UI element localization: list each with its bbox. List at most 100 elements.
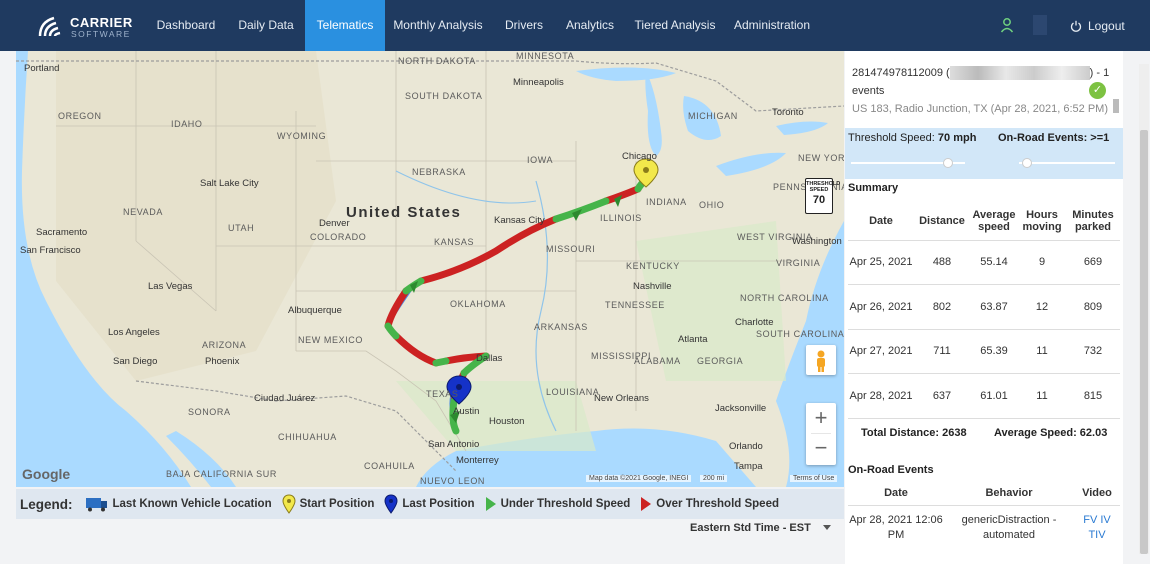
list-scrollbar[interactable] [1113, 99, 1119, 113]
legend-vehicle-label: Last Known Vehicle Location [112, 498, 272, 510]
city-label: Washington [792, 236, 842, 247]
event-header[interactable]: 281474978112009 () - 1 events [852, 65, 1109, 100]
state-label: COLORADO [310, 232, 367, 242]
city-label: San Francisco [20, 245, 81, 256]
cell-hours: 12 [1018, 284, 1066, 330]
state-label: SOUTH CAROLINA [756, 329, 844, 339]
onroad-events-label: On-Road Events: >=1 [998, 132, 1110, 144]
col-behavior: Behavior [944, 481, 1074, 506]
nav-daily-data[interactable]: Daily Data [228, 0, 304, 51]
nav-drivers[interactable]: Drivers [496, 0, 552, 51]
onroad-slider-handle[interactable] [1021, 158, 1032, 168]
legend-over-label: Over Threshold Speed [656, 498, 779, 510]
city-label: Houston [489, 416, 525, 427]
threshold-speed-sign: THRESHOLD SPEED 70 [805, 178, 840, 214]
nav-telematics[interactable]: Telematics [305, 0, 385, 51]
brand-sub: SOFTWARE [71, 29, 131, 39]
cell-distance: 802 [914, 284, 970, 330]
state-label: NORTH DAKOTA [398, 56, 476, 66]
nav-analytics[interactable]: Analytics [558, 0, 622, 51]
city-label: Tampa [734, 461, 763, 472]
map-attribution: Map data ©2021 Google, INEGI [586, 475, 692, 482]
summary-header-row: Date Distance Average speed Hours moving… [848, 202, 1120, 241]
pegman-button[interactable] [806, 345, 836, 375]
events-header-row: Date Behavior Video [848, 481, 1120, 506]
onroad-slider-track[interactable] [1019, 162, 1115, 164]
state-label: OHIO [699, 200, 725, 210]
state-label: ARKANSAS [534, 322, 588, 332]
zoom-out-button[interactable]: − [806, 434, 836, 464]
onroad-events-table: Date Behavior Video Apr 28, 2021 12:06 P… [848, 481, 1120, 544]
nav-monthly-analysis[interactable]: Monthly Analysis [388, 0, 488, 51]
state-label: ILLINOIS [600, 213, 642, 223]
legend-start-label: Start Position [299, 498, 375, 510]
cell-avg: 63.87 [970, 284, 1018, 330]
city-label: Sacramento [36, 227, 88, 238]
event-suffix: ) - 1 [1089, 67, 1110, 79]
user-name-redacted [1033, 15, 1047, 35]
city-label: Las Vegas [148, 281, 193, 292]
cell-avg: 61.01 [970, 373, 1018, 419]
state-label: KENTUCKY [626, 261, 680, 271]
cell-hours: 9 [1018, 240, 1066, 285]
lake-erie [716, 152, 786, 176]
table-row: Apr 27, 2021 711 65.39 11 732 [848, 329, 1120, 374]
timezone-select[interactable]: Eastern Std Time - EST [690, 522, 835, 538]
state-label: SOUTH DAKOTA [405, 91, 483, 101]
average-speed-total: Average Speed: 62.03 [994, 427, 1108, 439]
col-video: Video [1074, 481, 1120, 506]
cell-date: Apr 28, 2021 [848, 373, 914, 419]
city-label: Denver [319, 218, 350, 229]
state-label: OREGON [58, 111, 102, 121]
nav-tiered-analysis[interactable]: Tiered Analysis [629, 0, 721, 51]
table-row[interactable]: Apr 28, 2021 12:06 PM genericDistraction… [848, 505, 1120, 544]
table-row: Apr 28, 2021 637 61.01 11 815 [848, 373, 1120, 419]
telematics-map[interactable]: United States SOUTH DAKOTA NORTH DAKOTA … [16, 51, 844, 487]
nav-administration[interactable]: Administration [728, 0, 816, 51]
city-label: New Orleans [594, 393, 649, 404]
city-label: Los Angeles [108, 327, 160, 338]
video-link-tiv[interactable]: TIV [1088, 529, 1105, 541]
cell-minutes: 809 [1066, 284, 1120, 330]
green-arrow-icon [485, 497, 496, 511]
event-address: US 183, Radio Junction, TX (Apr 28, 2021… [852, 103, 1108, 115]
video-link-fv[interactable]: FV [1083, 514, 1097, 526]
carrier-logo[interactable]: CARRIER SOFTWARE [36, 12, 136, 40]
event-date-cell: Apr 28, 2021 12:06 PM [849, 513, 943, 542]
logout-button[interactable]: Logout [1070, 17, 1125, 35]
state-label: COAHUILA [364, 461, 415, 471]
city-label: Monterrey [456, 455, 499, 466]
terms-link[interactable]: Terms of Use [790, 475, 838, 482]
city-label: Atlanta [678, 334, 708, 345]
state-label: CHIHUAHUA [278, 432, 337, 442]
mountain-tint [56, 51, 336, 381]
col-average-speed: Average speed [970, 202, 1018, 241]
state-label: ARIZONA [202, 340, 247, 350]
brand-name: CARRIER [70, 15, 133, 30]
cell-date: Apr 25, 2021 [848, 240, 914, 285]
filter-sliders: Threshold Speed: 70 mph On-Road Events: … [845, 128, 1123, 179]
col-event-date: Date [848, 481, 944, 506]
col-date: Date [848, 202, 914, 241]
lake-michigan [645, 71, 662, 156]
threshold-speed-label: Threshold Speed: 70 mph [848, 132, 977, 144]
state-label: ALABAMA [634, 356, 681, 366]
state-label: SONORA [188, 407, 231, 417]
state-label: NUEVO LEON [420, 476, 486, 486]
threshold-slider-handle[interactable] [942, 158, 953, 168]
city-label: San Antonio [428, 439, 480, 450]
check-icon: ✓ [1089, 82, 1106, 99]
legend-last-label: Last Position [402, 498, 475, 510]
user-icon[interactable] [1000, 17, 1014, 33]
city-label: Jacksonville [715, 403, 767, 414]
start-position-pin[interactable] [633, 158, 659, 188]
state-label: UTAH [228, 223, 255, 233]
city-label: Ciudad Juárez [254, 393, 316, 404]
zoom-in-button[interactable]: + [806, 403, 836, 433]
video-link-iv[interactable]: IV [1100, 514, 1110, 526]
event-id: 281474978112009 ( [852, 67, 950, 79]
page-scrollbar-thumb[interactable] [1140, 130, 1148, 554]
logo-mark-icon [38, 16, 61, 37]
nav-dashboard[interactable]: Dashboard [146, 0, 226, 51]
city-label: Austin [453, 406, 480, 417]
